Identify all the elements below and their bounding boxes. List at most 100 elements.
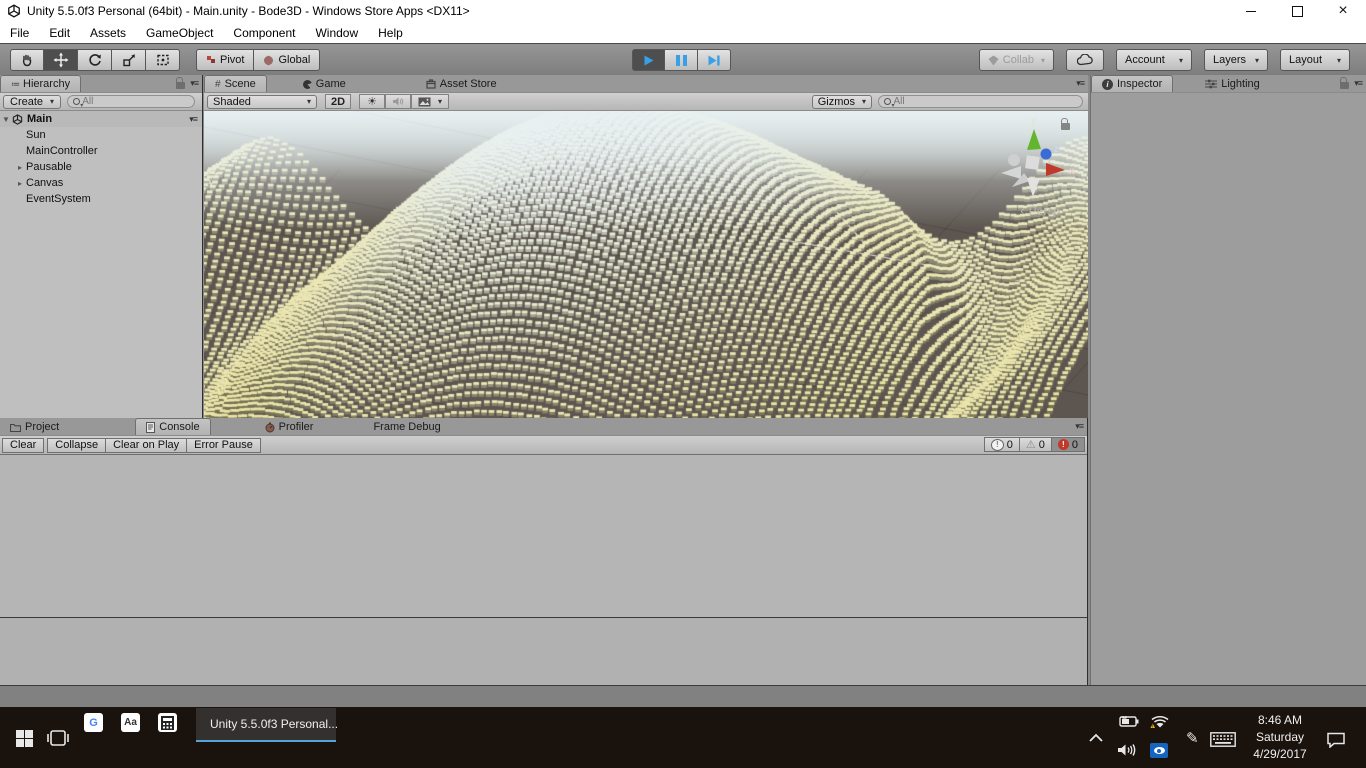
play-button[interactable] (632, 49, 665, 71)
pane-menu-icon[interactable]: ▾≡ (1354, 78, 1362, 89)
tab-profiler[interactable]: Profiler (255, 419, 324, 435)
hand-tool-button[interactable] (10, 49, 44, 71)
wifi-warning-icon[interactable]: ! (1150, 714, 1170, 729)
scene-audio-toggle[interactable] (385, 94, 411, 109)
pivot-toggle-button[interactable]: Pivot (196, 49, 254, 71)
pen-tray-icon[interactable]: ✎ (1186, 729, 1199, 747)
minimize-icon[interactable] (1228, 0, 1274, 22)
rotate-tool-button[interactable] (78, 49, 112, 71)
unity-taskbar-button[interactable]: Unity 5.5.0f3 Personal... (196, 708, 336, 742)
tab-console[interactable]: Console (135, 418, 210, 435)
menu-gameobject[interactable]: GameObject (136, 26, 223, 40)
volume-icon[interactable] (1117, 743, 1137, 757)
hierarchy-item-pausable[interactable]: ▸ Pausable (0, 159, 202, 175)
cloud-button[interactable] (1066, 49, 1104, 71)
tab-game[interactable]: Game (293, 76, 356, 92)
pane-menu-icon[interactable]: ▾≡ (1076, 78, 1084, 89)
task-view-button[interactable] (46, 729, 70, 747)
scale-icon (121, 52, 137, 68)
pause-button[interactable] (665, 49, 698, 71)
2d-toggle-button[interactable]: 2D (325, 94, 351, 109)
layout-dropdown[interactable]: Layout (1280, 49, 1350, 71)
shading-mode-dropdown[interactable]: Shaded (207, 95, 317, 109)
battery-icon[interactable] (1117, 715, 1139, 727)
pane-menu-icon[interactable]: ▾≡ (1075, 421, 1083, 432)
scene-tab-label: Scene (225, 78, 256, 90)
projection-mode-label[interactable]: Persp (1020, 203, 1060, 218)
rect-tool-button[interactable] (146, 49, 180, 71)
gizmo-y-label[interactable]: y (1031, 116, 1037, 127)
error-count-toggle[interactable]: ! 0 (1051, 437, 1085, 452)
eye-tray-icon[interactable] (1150, 743, 1168, 758)
hierarchy-item-maincontroller[interactable]: MainController (0, 143, 202, 159)
clear-on-play-button[interactable]: Clear on Play (105, 438, 187, 453)
scene-row-main[interactable]: ▼ Main ▾≡ (0, 111, 202, 127)
pane-menu-icon[interactable]: ▾≡ (190, 78, 198, 89)
tab-asset-store[interactable]: Asset Store (416, 76, 507, 92)
scale-tool-button[interactable] (112, 49, 146, 71)
action-center-icon[interactable] (1326, 732, 1346, 748)
touch-keyboard-icon[interactable] (1210, 732, 1236, 747)
menu-assets[interactable]: Assets (80, 26, 136, 40)
tab-scene[interactable]: # Scene (204, 75, 267, 92)
gizmo-x-label[interactable]: x (1069, 166, 1075, 177)
scene-effects-dropdown[interactable] (411, 94, 449, 109)
tab-inspector[interactable]: i Inspector (1091, 75, 1173, 92)
tab-hierarchy[interactable]: ≔ Hierarchy (0, 75, 81, 92)
chevron-down-icon[interactable]: ▼ (0, 115, 12, 124)
chevron-right-icon[interactable]: ▸ (14, 179, 26, 188)
rotate-icon (87, 52, 103, 68)
scene-search-input[interactable] (894, 96, 1076, 107)
global-toggle-button[interactable]: Global (254, 49, 320, 71)
chevron-right-icon[interactable]: ▸ (14, 163, 26, 172)
clear-button[interactable]: Clear (2, 438, 44, 453)
scene-3d-render[interactable] (204, 111, 1088, 420)
dictionary-taskbar-icon[interactable]: Aa (121, 713, 140, 732)
lock-icon[interactable] (1340, 82, 1349, 89)
sun-icon: ☀ (367, 95, 377, 108)
scene-search[interactable] (878, 95, 1083, 108)
create-button[interactable]: Create (3, 95, 61, 109)
chrome-taskbar-icon[interactable]: G (84, 713, 103, 732)
tab-project[interactable]: Project (0, 419, 69, 435)
error-pause-button[interactable]: Error Pause (186, 438, 261, 453)
scene-viewport[interactable]: y z x Persp (204, 111, 1088, 420)
tab-frame-debug[interactable]: Frame Debug (363, 419, 450, 435)
console-log-list[interactable] (0, 455, 1087, 618)
tab-lighting[interactable]: Lighting (1195, 76, 1270, 92)
error-count: 0 (1072, 439, 1078, 451)
hierarchy-search-input[interactable] (82, 96, 188, 107)
globe-icon (263, 55, 274, 66)
collab-button[interactable]: Collab (979, 49, 1054, 71)
menu-edit[interactable]: Edit (39, 26, 80, 40)
gizmos-dropdown[interactable]: Gizmos (812, 95, 872, 109)
menu-component[interactable]: Component (223, 26, 305, 40)
menu-file[interactable]: File (0, 26, 39, 40)
gizmo-z-label[interactable]: z (1054, 144, 1059, 155)
account-dropdown[interactable]: Account (1116, 49, 1192, 71)
scene-orientation-gizmo[interactable]: y z x (988, 113, 1078, 203)
menu-window[interactable]: Window (305, 26, 368, 40)
maximize-icon[interactable] (1274, 0, 1320, 22)
hierarchy-item-sun[interactable]: Sun (0, 127, 202, 143)
collapse-button[interactable]: Collapse (47, 438, 106, 453)
hierarchy-search[interactable] (67, 95, 195, 108)
step-button[interactable] (698, 49, 731, 71)
console-detail-pane[interactable] (0, 618, 1087, 687)
hierarchy-item-canvas[interactable]: ▸ Canvas (0, 175, 202, 191)
start-button[interactable] (16, 730, 33, 747)
hierarchy-item-eventsystem[interactable]: EventSystem (0, 191, 202, 207)
warning-count-toggle[interactable]: ⚠ 0 (1019, 437, 1052, 452)
move-tool-button[interactable] (44, 49, 78, 71)
info-count-toggle[interactable]: ! 0 (984, 437, 1020, 452)
layers-dropdown[interactable]: Layers (1204, 49, 1268, 71)
status-bar (0, 685, 1366, 707)
scene-menu-icon[interactable]: ▾≡ (189, 114, 197, 125)
scene-lighting-toggle[interactable]: ☀ (359, 94, 385, 109)
menu-help[interactable]: Help (368, 26, 413, 40)
close-icon[interactable]: × (1320, 0, 1366, 22)
tray-overflow-chevron-icon[interactable] (1088, 733, 1104, 743)
lock-icon[interactable] (176, 82, 185, 89)
calculator-taskbar-icon[interactable] (158, 713, 177, 732)
taskbar-clock[interactable]: 8:46 AM Saturday 4/29/2017 (1244, 712, 1316, 763)
